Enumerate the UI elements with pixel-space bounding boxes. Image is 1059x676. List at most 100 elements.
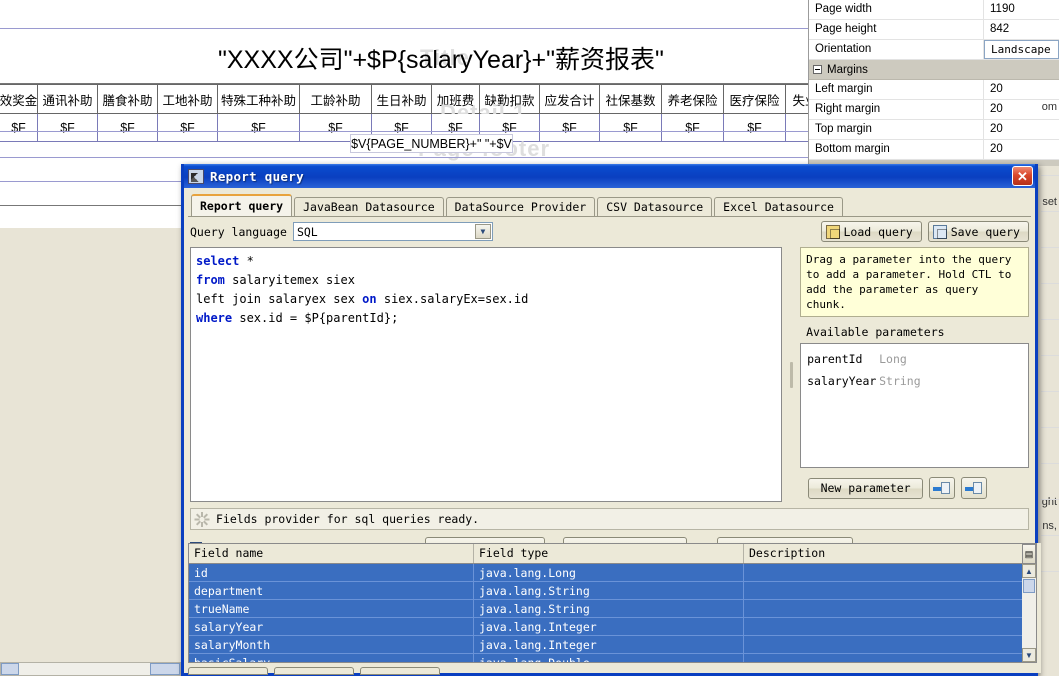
column-header-cell[interactable]: 效奖金 <box>0 84 38 114</box>
property-name: Right margin <box>809 100 984 119</box>
property-row[interactable]: Bottom margin20 <box>809 140 1059 160</box>
column-header-cell[interactable]: 养老保险 <box>662 84 724 114</box>
parameter-type: Long <box>879 348 907 370</box>
properties-panel: Page width1190Page height842OrientationL… <box>808 0 1059 166</box>
property-row[interactable]: OrientationLandscape <box>809 40 1059 60</box>
fields-table[interactable]: Field nameField typeDescription idjava.l… <box>188 543 1037 663</box>
collapse-icon[interactable] <box>813 65 822 74</box>
dialog-titlebar[interactable]: Report query ✕ <box>184 164 1035 188</box>
table-row[interactable]: salaryMonthjava.lang.Integer <box>189 636 1036 654</box>
property-value[interactable]: 20 <box>984 140 1059 159</box>
tab-report-query[interactable]: Report query <box>191 194 292 216</box>
dialog-footer-buttons <box>188 667 440 675</box>
properties-group-label: Margins <box>827 64 868 76</box>
sql-query-editor[interactable]: select *from salaryitemex siexleft join … <box>190 247 782 502</box>
dialog-tabs: Report queryJavaBean DatasourceDataSourc… <box>184 194 1035 216</box>
property-value[interactable]: 1190 <box>984 0 1059 19</box>
new-parameter-button[interactable]: New parameter <box>808 478 923 499</box>
panel-splitter[interactable] <box>788 247 794 502</box>
panel-row-divider <box>1041 571 1059 572</box>
detail-field-cell[interactable]: $F <box>540 114 600 142</box>
import-parameters-icon[interactable] <box>929 477 955 499</box>
table-column-header[interactable]: Description <box>744 544 1036 563</box>
footer-button[interactable] <box>274 667 354 675</box>
properties-group-margins[interactable]: Margins <box>809 60 1059 80</box>
footer-button[interactable] <box>188 667 268 675</box>
table-cell-type: java.lang.String <box>474 582 744 600</box>
column-header-cell[interactable]: 工地补助 <box>158 84 218 114</box>
column-header-cell[interactable]: 工龄补助 <box>300 84 372 114</box>
property-row[interactable]: Page width1190 <box>809 0 1059 20</box>
detail-field-cell[interactable]: $F <box>98 114 158 142</box>
panel-row-divider <box>1041 283 1059 284</box>
property-row[interactable]: Top margin20 <box>809 120 1059 140</box>
property-row[interactable]: Right margin20 <box>809 100 1059 120</box>
detail-field-cell[interactable]: $F <box>600 114 662 142</box>
property-value[interactable]: Landscape <box>984 40 1059 59</box>
table-row[interactable]: basicSalaryjava.lang.Double <box>189 654 1036 663</box>
table-column-header[interactable]: Field name <box>189 544 474 563</box>
property-value[interactable]: 20 <box>984 120 1059 139</box>
query-language-select[interactable]: SQL ▼ <box>293 222 493 241</box>
canvas-hscrollbar-thumb[interactable] <box>150 663 180 675</box>
table-cell-name: basicSalary <box>189 654 474 663</box>
detail-field-cell[interactable]: $F <box>38 114 98 142</box>
tab-excel-datasource[interactable]: Excel Datasource <box>714 197 843 216</box>
table-row[interactable]: departmentjava.lang.String <box>189 582 1036 600</box>
table-cell-desc <box>744 654 1036 663</box>
column-header-cell[interactable]: 生日补助 <box>372 84 432 114</box>
column-header-cell[interactable]: 医疗保险 <box>724 84 786 114</box>
property-value[interactable]: 842 <box>984 20 1059 39</box>
report-title-element[interactable]: "XXXX公司"+$P{salaryYear}+"薪资报表" <box>218 40 664 76</box>
table-row[interactable]: idjava.lang.Long <box>189 564 1036 582</box>
table-row[interactable]: trueNamejava.lang.String <box>189 600 1036 618</box>
property-value[interactable]: 20 <box>984 80 1059 99</box>
column-header-cell[interactable]: 社保基数 <box>600 84 662 114</box>
close-icon[interactable]: ✕ <box>1012 166 1033 186</box>
sql-keyword: on <box>362 292 376 306</box>
parameter-name: salaryYear <box>807 370 879 392</box>
fields-panel: Field nameField typeDescription idjava.l… <box>184 543 1041 673</box>
parameter-item[interactable]: parentIdLong <box>807 348 1022 370</box>
canvas-hscrollbar-thumb[interactable] <box>1 663 19 675</box>
available-parameters-list[interactable]: parentIdLongsalaryYearString <box>800 343 1029 468</box>
table-column-header[interactable]: Field type <box>474 544 744 563</box>
column-header-cell[interactable]: 膳食补助 <box>98 84 158 114</box>
table-cell-name: salaryYear <box>189 618 474 636</box>
scrollbar-thumb[interactable] <box>1023 579 1035 593</box>
detail-field-cell[interactable]: $F <box>0 114 38 142</box>
property-row[interactable]: Page height842 <box>809 20 1059 40</box>
chevron-down-icon[interactable]: ▼ <box>475 224 491 239</box>
save-query-button[interactable]: Save query <box>928 221 1029 242</box>
panel-row-divider <box>1041 355 1059 356</box>
panel-row-divider <box>1041 175 1059 176</box>
property-name: Top margin <box>809 120 984 139</box>
column-header-cell[interactable]: 通讯补助 <box>38 84 98 114</box>
sql-text: salaryitemex siex <box>225 273 355 287</box>
tab-javabean-datasource[interactable]: JavaBean Datasource <box>294 197 444 216</box>
table-cell-name: salaryMonth <box>189 636 474 654</box>
folder-icon <box>826 225 840 239</box>
scroll-down-icon[interactable]: ▼ <box>1022 648 1036 662</box>
column-header-cell[interactable]: 特殊工种补助 <box>218 84 300 114</box>
detail-field-cell[interactable]: $F <box>218 114 300 142</box>
table-options-icon[interactable]: ▤ <box>1022 544 1036 564</box>
table-cell-desc <box>744 618 1036 636</box>
detail-field-cell[interactable]: $F <box>724 114 786 142</box>
column-header-cell[interactable]: 缺勤扣款 <box>480 84 540 114</box>
fields-provider-status: Fields provider for sql queries ready. <box>190 508 1029 530</box>
tab-datasource-provider[interactable]: DataSource Provider <box>446 197 596 216</box>
footer-button[interactable] <box>360 667 440 675</box>
page-number-element[interactable]: $V{PAGE_NUMBER}+" "+$V <box>350 134 513 153</box>
property-row[interactable]: Left margin20 <box>809 80 1059 100</box>
export-parameters-icon[interactable] <box>961 477 987 499</box>
detail-field-cell[interactable]: $F <box>158 114 218 142</box>
tab-csv-datasource[interactable]: CSV Datasource <box>597 197 712 216</box>
column-header-cell[interactable]: 应发合计 <box>540 84 600 114</box>
parameter-item[interactable]: salaryYearString <box>807 370 1022 392</box>
load-query-button[interactable]: Load query <box>821 221 922 242</box>
detail-field-cell[interactable]: $F <box>662 114 724 142</box>
table-row[interactable]: salaryYearjava.lang.Integer <box>189 618 1036 636</box>
scroll-up-icon[interactable]: ▲ <box>1022 564 1036 578</box>
column-header-cell[interactable]: 加班费 <box>432 84 480 114</box>
